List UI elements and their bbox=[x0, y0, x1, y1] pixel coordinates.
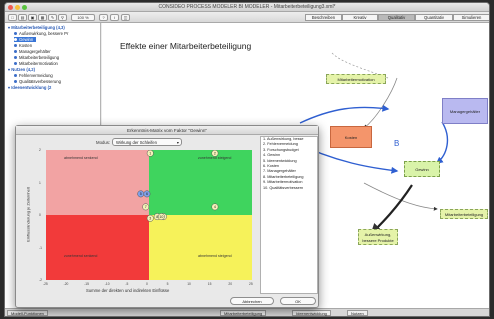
bullet-icon bbox=[14, 62, 17, 66]
bullet-icon bbox=[14, 50, 17, 54]
save-icon[interactable]: ▣ bbox=[28, 14, 37, 21]
matrix-points-svg: 12567891034 bbox=[137, 150, 219, 222]
minimize-window-button[interactable] bbox=[15, 5, 20, 10]
bullet-icon bbox=[14, 56, 17, 60]
x-tick-label: -25 bbox=[43, 282, 48, 286]
x-tick-label: 15 bbox=[207, 282, 212, 286]
bullet-icon bbox=[14, 74, 17, 78]
zoom-select[interactable]: 100 % bbox=[71, 14, 95, 21]
status-bar: Modell-Funktionen Mitarbeiterbeteiligung… bbox=[5, 308, 489, 316]
edge-managergehaelter-kosten bbox=[363, 77, 398, 129]
list-item[interactable]: 10. Qualitätsverbessern bbox=[261, 186, 317, 191]
modus-value: Wirkung der Schleifen bbox=[116, 140, 157, 145]
x-tick-label: 10 bbox=[187, 282, 191, 286]
tab-qualitativ[interactable]: Qualitativ bbox=[378, 14, 415, 21]
tree-item-qualitaetsverbesserung[interactable]: Qualitätsverbesserung bbox=[14, 79, 61, 84]
x-tick-label: -5 bbox=[125, 282, 129, 286]
edge-kosten-managergehaelter bbox=[299, 104, 390, 124]
x-tick-label: 0 bbox=[146, 282, 148, 286]
x-tick-label: 5 bbox=[166, 282, 169, 286]
y-axis-label: Einflussänderung je Zeiteinheit bbox=[25, 187, 31, 242]
x-tick-label: -20 bbox=[63, 282, 69, 286]
tree-item-mitarbeitermotivation[interactable]: Mitarbeitermotivation bbox=[14, 61, 58, 66]
title-bar: CONSIDEO PROCESS MODELER BI MODELER - Mi… bbox=[5, 3, 489, 12]
bullet-icon bbox=[14, 32, 17, 36]
ok-button[interactable]: OK bbox=[280, 297, 316, 305]
tab-simulieren[interactable]: Simulieren bbox=[453, 14, 489, 21]
edit-icon[interactable]: ✎ bbox=[48, 14, 57, 21]
cancel-button[interactable]: Abbrechen bbox=[230, 297, 274, 305]
edge-gewinn-aussenwirkung bbox=[370, 184, 413, 235]
insight-matrix-dialog: Erkenntnis-Matrix vom Faktor "Gewinn" Mo… bbox=[15, 125, 319, 308]
tree-group-nutzen[interactable]: ▾ Nutzen (4,2) bbox=[8, 67, 35, 72]
modus-select[interactable]: Wirkung der Schleifen ▾ bbox=[112, 138, 182, 146]
matrix-point-label: 6 bbox=[146, 192, 148, 196]
tab-quantitativ[interactable]: Quantitativ bbox=[415, 14, 453, 21]
edge-gewinn-beteiligung bbox=[363, 182, 438, 211]
y-tick-label: -1 bbox=[39, 245, 42, 250]
search-icon[interactable]: ⚲ bbox=[58, 14, 67, 21]
bullet-icon bbox=[14, 80, 17, 84]
loop-label: B bbox=[394, 139, 400, 148]
info-icon[interactable]: i bbox=[110, 14, 119, 21]
y-tick-label: 1 bbox=[39, 180, 41, 185]
y-tick-label: -2 bbox=[39, 278, 42, 282]
tab-kreativ[interactable]: Kreativ bbox=[342, 14, 378, 21]
toolbar: □ ▤ ▣ ▦ ✎ ⚲ 100 % ? i ◫ Beschreiben Krea… bbox=[5, 12, 489, 23]
tree-group-ideenentwicklung[interactable]: ▾ Ideenentwicklung (2 bbox=[8, 85, 51, 90]
matrix-plot: abnehmend senkend zunehmend steigend zun… bbox=[46, 150, 252, 280]
node-managergehaelter[interactable]: Managergehälter bbox=[442, 98, 488, 124]
tree-item-mitarbeiterbeteiligung[interactable]: Mitarbeiterbeteiligung bbox=[14, 55, 59, 60]
app-window: CONSIDEO PROCESS MODELER BI MODELER - Mi… bbox=[4, 2, 490, 317]
tab-mitarbeiterbeteiligung[interactable]: Mitarbeiterbeteiligung bbox=[220, 310, 267, 316]
node-mitarbeiterbeteiligung[interactable]: Mitarbeiterbeteiligung bbox=[440, 209, 488, 219]
matrix-point-label: 4 bbox=[214, 205, 216, 209]
tree-item-kosten[interactable]: Kosten bbox=[14, 43, 32, 48]
zoom-window-button[interactable] bbox=[22, 5, 27, 10]
tree-item-gewinn[interactable]: Gewinn bbox=[14, 37, 37, 42]
matrix-point-label: 3 bbox=[149, 217, 151, 221]
chevron-down-icon: ▾ bbox=[176, 140, 179, 145]
matrix-point-label: 1 bbox=[149, 152, 151, 156]
x-tick-label: 20 bbox=[228, 282, 233, 286]
window-title: CONSIDEO PROCESS MODELER BI MODELER - Mi… bbox=[158, 4, 336, 10]
matrix-point-label: 10 bbox=[159, 215, 163, 219]
tree-item-aussenwirkung[interactable]: Außenwirkung, bessere Pr bbox=[14, 31, 68, 36]
y-tick-label: 2 bbox=[39, 148, 41, 152]
x-tick-label: 25 bbox=[249, 282, 253, 286]
edge-manager-gewinn bbox=[435, 121, 449, 164]
x-tick-label: -10 bbox=[104, 282, 110, 286]
tab-ideenentwicklung[interactable]: Ideenentwicklung bbox=[292, 310, 331, 316]
model-functions-tab[interactable]: Modell-Funktionen bbox=[7, 310, 48, 316]
tree-item-fehlervermeidung[interactable]: Fehlervermeidung bbox=[14, 73, 53, 78]
view-icon[interactable]: ◫ bbox=[121, 14, 130, 21]
open-icon[interactable]: ▤ bbox=[18, 14, 27, 21]
tab-beschreiben[interactable]: Beschreiben bbox=[305, 14, 342, 21]
help-icon[interactable]: ? bbox=[99, 14, 108, 21]
tree-item-managergehaelter[interactable]: Managergehälter bbox=[14, 49, 51, 54]
x-axis-label: Summe der direkten und indirekten Einflü… bbox=[86, 288, 170, 293]
node-aussenwirkung[interactable]: Außenwirkung, bessere Produkte bbox=[358, 229, 398, 245]
x-tick-label: -15 bbox=[84, 282, 89, 286]
y-tick-label: 0 bbox=[39, 213, 41, 217]
close-window-button[interactable] bbox=[8, 5, 13, 10]
matrix-point-label: 7 bbox=[145, 205, 147, 209]
node-kosten[interactable]: Kosten bbox=[330, 126, 372, 148]
factor-list[interactable]: 1. Außenwirkung, besse 2. Fehlervermeidu… bbox=[260, 136, 318, 294]
tree-group-mitarbeiterbeteiligung[interactable]: ▾ Mitarbeiterbeteiligung (4,3) bbox=[8, 25, 65, 30]
node-gewinn[interactable]: Gewinn bbox=[404, 161, 440, 177]
dialog-title: Erkenntnis-Matrix vom Faktor "Gewinn" bbox=[16, 126, 318, 135]
matrix-point-label: 5 bbox=[140, 192, 142, 196]
modus-label: Modus: bbox=[96, 140, 111, 145]
print-icon[interactable]: ▦ bbox=[38, 14, 47, 21]
bullet-icon bbox=[14, 38, 17, 42]
new-icon[interactable]: □ bbox=[8, 14, 17, 21]
node-mitarbeitermotivation[interactable]: Mitarbeitermotivation bbox=[326, 74, 386, 84]
tab-nutzen[interactable]: Nutzen bbox=[347, 310, 368, 316]
bullet-icon bbox=[14, 44, 17, 48]
matrix-point-label: 2 bbox=[214, 152, 216, 156]
